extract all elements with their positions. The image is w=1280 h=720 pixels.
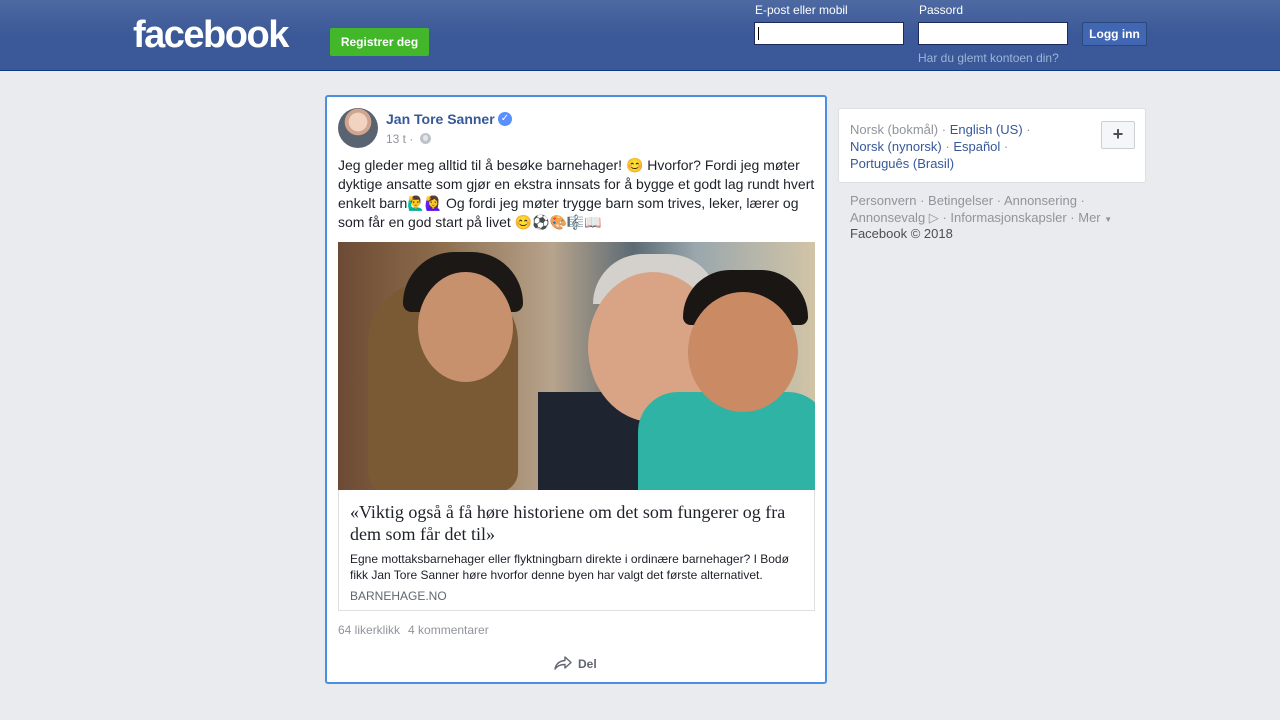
likes-count[interactable]: 64 likerklikk (338, 623, 400, 637)
login-button[interactable]: Logg inn (1082, 22, 1147, 46)
email-label: E-post eller mobil (755, 3, 848, 17)
top-navigation-bar: facebook Registrer deg E-post eller mobi… (0, 0, 1280, 71)
footer-link-advertising[interactable]: Annonsering (1004, 193, 1077, 208)
language-current: Norsk (bokmål) (850, 122, 939, 137)
register-button[interactable]: Registrer deg (330, 28, 429, 56)
footer-link-privacy[interactable]: Personvern (850, 193, 916, 208)
footer-link-cookies[interactable]: Informasjonskapsler (950, 210, 1066, 225)
post-text: Jeg gleder meg alltid til å besøke barne… (338, 157, 815, 230)
link-preview-title[interactable]: «Viktig også å få høre historiene om det… (350, 501, 805, 545)
share-label: Del (578, 657, 597, 671)
language-option-english[interactable]: English (US) (950, 122, 1023, 137)
verified-badge-icon: ✓ (498, 112, 512, 126)
footer-link-adchoices[interactable]: Annonsevalg (850, 210, 925, 225)
footer-links: Personvern · Betingelser · Annonsering ·… (850, 193, 1113, 225)
post-timestamp[interactable]: 13 t · (386, 132, 413, 146)
link-preview-description: Egne mottaksbarnehager eller flyktningba… (350, 552, 789, 582)
footer-link-more[interactable]: Mer (1078, 210, 1100, 225)
share-button[interactable]: Del (554, 654, 597, 674)
post-meta: 13 t · (386, 132, 431, 146)
post-author-name[interactable]: Jan Tore Sanner (386, 111, 495, 127)
language-option-portugues[interactable]: Português (Brasil) (850, 156, 954, 171)
password-label: Passord (919, 3, 964, 17)
footer-link-terms[interactable]: Betingelser (928, 193, 993, 208)
more-languages-button[interactable]: + (1101, 121, 1135, 149)
chevron-down-icon: ▼ (1104, 215, 1113, 224)
facebook-logo[interactable]: facebook (133, 14, 289, 56)
comments-count[interactable]: 4 kommentarer (408, 623, 489, 637)
password-field[interactable] (918, 22, 1068, 45)
email-field[interactable] (754, 22, 904, 45)
share-arrow-icon (554, 656, 572, 670)
copyright: Facebook © 2018 (850, 226, 953, 241)
post-card: Jan Tore Sanner ✓ 13 t · Jeg gleder meg … (325, 95, 827, 684)
forgot-account-link[interactable]: Har du glemt kontoen din? (918, 51, 1059, 65)
language-selector: Norsk (bokmål) · English (US) · Norsk (n… (838, 108, 1146, 183)
adchoices-icon: ▷ (928, 210, 939, 225)
link-preview-image[interactable] (338, 242, 815, 490)
globe-icon (419, 133, 431, 144)
language-option-nynorsk[interactable]: Norsk (nynorsk) (850, 139, 942, 154)
language-option-espanol[interactable]: Español (953, 139, 1000, 154)
author-avatar[interactable] (338, 108, 378, 148)
link-preview-domain: BARNEHAGE.NO (350, 589, 447, 603)
post-stats: 64 likerklikk 4 kommentarer (338, 623, 489, 637)
link-preview[interactable]: «Viktig også å få høre historiene om det… (338, 242, 815, 611)
